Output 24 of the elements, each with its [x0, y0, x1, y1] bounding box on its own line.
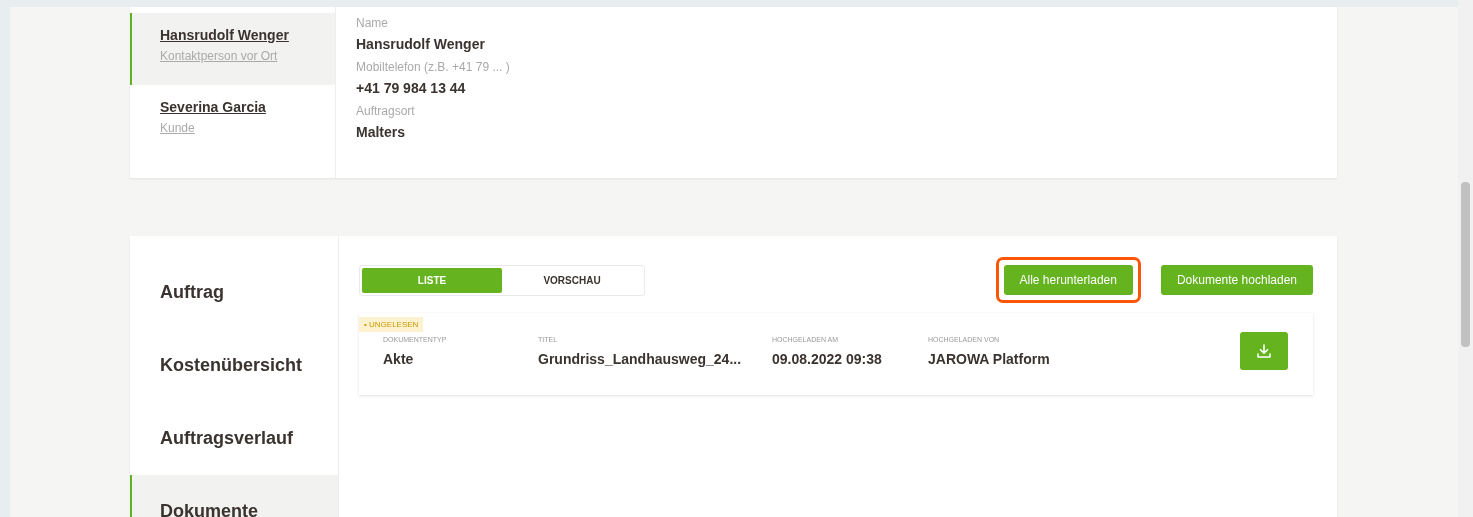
contact-role: Kunde	[160, 121, 196, 135]
field-value: Malters	[356, 124, 407, 140]
contact-name[interactable]: Severina Garcia	[160, 99, 335, 115]
field-label: Mobiltelefon (z.B. +41 79 ... )	[356, 60, 510, 74]
scrollbar-thumb[interactable]	[1461, 182, 1470, 347]
unread-badge: • UNGELESEN	[359, 317, 424, 332]
contact-role: Kontaktperson vor Ort	[160, 49, 279, 63]
download-button[interactable]	[1240, 332, 1288, 370]
contact-name[interactable]: Hansrudolf Wenger	[160, 27, 335, 43]
nav-item[interactable]: Auftrag	[130, 256, 338, 329]
nav-item[interactable]: Dokumente	[130, 475, 338, 517]
column-value: 09.08.2022 09:38	[772, 350, 883, 367]
column-value: Grundriss_Landhausweg_24...	[538, 350, 743, 367]
field-label: Auftragsort	[356, 104, 416, 118]
column-value: JAROWA Platform	[928, 350, 1051, 367]
nav-item[interactable]: Kostenübersicht	[130, 329, 338, 402]
download-icon	[1256, 343, 1272, 359]
nav-item[interactable]: Auftragsverlauf	[130, 402, 338, 475]
field-value: +41 79 984 13 44	[356, 80, 467, 96]
contact-item[interactable]: Severina Garcia Kunde	[130, 85, 335, 157]
field-value: Hansrudolf Wenger	[356, 36, 486, 52]
column-value: Akte	[383, 350, 415, 367]
contact-item[interactable]: Hansrudolf Wenger Kontaktperson vor Ort	[130, 13, 335, 85]
field-label: Name	[356, 16, 389, 30]
